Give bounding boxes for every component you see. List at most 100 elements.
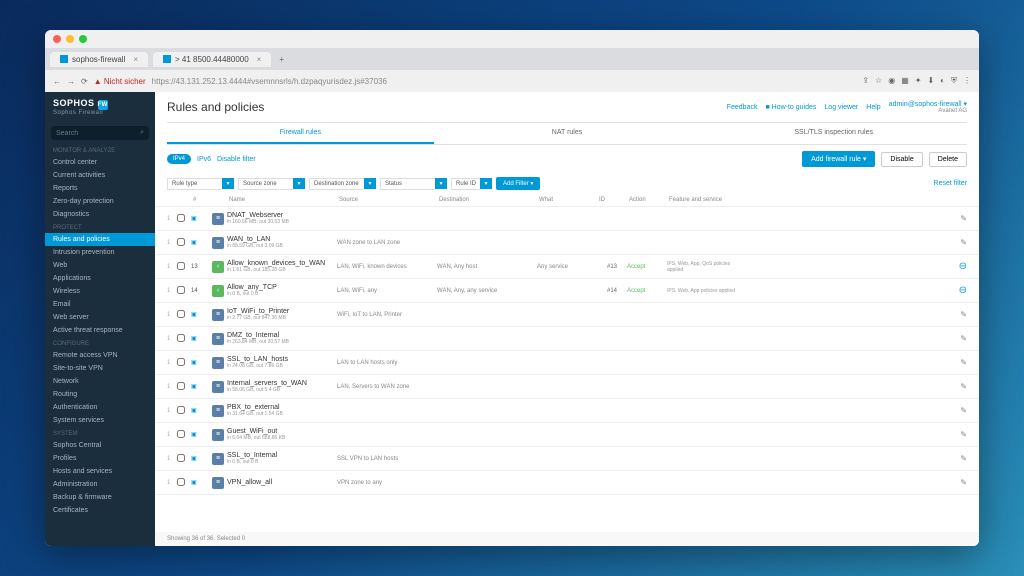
tab-1[interactable]: sophos-firewall× xyxy=(50,52,148,67)
table-row[interactable]: 1 14 ‹ Allow_any_TCPin 0 B, out 0 B LAN,… xyxy=(155,279,979,303)
filter-ruleid[interactable]: Rule ID▾ xyxy=(451,178,492,190)
back-icon[interactable]: ← xyxy=(53,77,61,86)
row-checkbox[interactable] xyxy=(177,262,185,270)
close-dot[interactable] xyxy=(53,35,61,43)
filter-srczone[interactable]: Source zone▾ xyxy=(238,178,305,190)
sidebar-item-admin[interactable]: Administration xyxy=(45,478,155,491)
sidebar-item-backup[interactable]: Backup & firmware xyxy=(45,491,155,504)
edit-icon[interactable]: ✎ xyxy=(960,430,967,439)
table-row[interactable]: 1 ▣ ≡ SSL_to_Internalin 0 B, out 0 B SSL… xyxy=(155,447,979,471)
delete-button[interactable]: Delete xyxy=(929,152,967,167)
sidebar-item-hosts[interactable]: Hosts and services xyxy=(45,465,155,478)
sidebar-item-diag[interactable]: Diagnostics xyxy=(45,208,155,221)
add-rule-button[interactable]: Add firewall rule ▾ xyxy=(802,151,875,167)
row-checkbox[interactable] xyxy=(177,334,185,342)
block-icon[interactable]: ⊖ xyxy=(959,285,967,296)
search-input[interactable]: Search⌕ xyxy=(51,126,149,140)
forward-icon[interactable]: → xyxy=(67,77,75,86)
sidebar-item-apps[interactable]: Applications xyxy=(45,272,155,285)
row-checkbox[interactable] xyxy=(177,406,185,414)
table-row[interactable]: 1 ▣ ≡ VPN_allow_all VPN zone to any ✎ xyxy=(155,471,979,495)
filter-status[interactable]: Status▾ xyxy=(380,178,447,190)
table-row[interactable]: 1 ▣ ≡ Internal_servers_to_WANin 58.06 GB… xyxy=(155,375,979,399)
row-checkbox[interactable] xyxy=(177,238,185,246)
disable-filter-link[interactable]: Disable filter xyxy=(217,156,256,163)
ext2-icon[interactable]: ▦ xyxy=(901,76,909,86)
sidebar-item-reports[interactable]: Reports xyxy=(45,182,155,195)
sidebar-item-ips[interactable]: Intrusion prevention xyxy=(45,246,155,259)
sidebar-item-central[interactable]: Sophos Central xyxy=(45,439,155,452)
ext3-icon[interactable]: ✦ xyxy=(915,76,922,86)
filter-dstzone[interactable]: Destination zone▾ xyxy=(309,178,376,190)
sidebar-item-profiles[interactable]: Profiles xyxy=(45,452,155,465)
help-link[interactable]: Help xyxy=(866,104,880,111)
sidebar-item-webserver[interactable]: Web server xyxy=(45,311,155,324)
table-row[interactable]: 1 ▣ ≡ WAN_to_LANin 88.59 GB, out 3.09 GB… xyxy=(155,231,979,255)
edit-icon[interactable]: ✎ xyxy=(960,334,967,343)
row-checkbox[interactable] xyxy=(177,430,185,438)
sidebar-item-certs[interactable]: Certificates xyxy=(45,504,155,517)
table-row[interactable]: 1 ▣ ≡ SSL_to_LAN_hostsin 24.08 GB, out 7… xyxy=(155,351,979,375)
filter-ruletype[interactable]: Rule type▾ xyxy=(167,178,234,190)
close-icon[interactable]: × xyxy=(257,55,262,64)
ipv6-link[interactable]: IPv6 xyxy=(197,156,211,163)
sidebar-item-auth[interactable]: Authentication xyxy=(45,401,155,414)
table-row[interactable]: 1 ▣ ≡ Guest_WiFi_outin 6.04 MB, out 688.… xyxy=(155,423,979,447)
logviewer-link[interactable]: Log viewer xyxy=(824,104,858,111)
new-tab-icon[interactable]: + xyxy=(279,55,284,64)
reload-icon[interactable]: ⟳ xyxy=(81,77,88,86)
url-text[interactable]: https://43.131.252.13.4444#vsemnnsrls/h.… xyxy=(152,77,857,86)
sidebar-item-routing[interactable]: Routing xyxy=(45,388,155,401)
table-row[interactable]: 1 ▣ ≡ IoT_WiFi_to_Printerin 2.77 GB, out… xyxy=(155,303,979,327)
tab-firewall[interactable]: Firewall rules xyxy=(167,123,434,144)
table-row[interactable]: 1 13 ‹ Allow_known_devices_to_WANin 1.61… xyxy=(155,255,979,279)
ipv4-pill[interactable]: IPv4 xyxy=(167,154,191,164)
min-dot[interactable] xyxy=(66,35,74,43)
howto-link[interactable]: ■ How-to guides xyxy=(765,104,816,111)
shield-icon[interactable]: ⛨ xyxy=(951,76,957,86)
share-icon[interactable]: ⇪ xyxy=(862,76,869,86)
edit-icon[interactable]: ✎ xyxy=(960,238,967,247)
sidebar-item-network[interactable]: Network xyxy=(45,375,155,388)
row-checkbox[interactable] xyxy=(177,310,185,318)
edit-icon[interactable]: ✎ xyxy=(960,478,967,487)
feedback-link[interactable]: Feedback xyxy=(727,104,758,111)
sidebar-item-email[interactable]: Email xyxy=(45,298,155,311)
user-menu[interactable]: admin@sophos-firewall ▾ xyxy=(889,100,967,108)
edit-icon[interactable]: ✎ xyxy=(960,310,967,319)
sidebar-item-atr[interactable]: Active threat response xyxy=(45,324,155,337)
row-checkbox[interactable] xyxy=(177,454,185,462)
download-icon[interactable]: ⬇ xyxy=(927,76,934,86)
max-dot[interactable] xyxy=(79,35,87,43)
sidebar-item-control[interactable]: Control center xyxy=(45,156,155,169)
row-checkbox[interactable] xyxy=(177,478,185,486)
close-icon[interactable]: × xyxy=(133,55,138,64)
table-row[interactable]: 1 ▣ ≡ DNAT_Webserverin 160.56 MB, out 30… xyxy=(155,207,979,231)
row-checkbox[interactable] xyxy=(177,286,185,294)
sidebar-item-activities[interactable]: Current activities xyxy=(45,169,155,182)
star-icon[interactable]: ☆ xyxy=(875,76,882,86)
sidebar-item-sysserv[interactable]: System services xyxy=(45,414,155,427)
edit-icon[interactable]: ✎ xyxy=(960,454,967,463)
tab-2[interactable]: > 41 8500.44480000× xyxy=(153,52,271,67)
tab-ssl[interactable]: SSL/TLS inspection rules xyxy=(700,123,967,144)
sidebar-item-web[interactable]: Web xyxy=(45,259,155,272)
row-checkbox[interactable] xyxy=(177,382,185,390)
row-checkbox[interactable] xyxy=(177,214,185,222)
ext1-icon[interactable]: ◉ xyxy=(888,76,895,86)
add-filter-button[interactable]: Add Filter ▾ xyxy=(496,177,540,190)
block-icon[interactable]: ⊖ xyxy=(959,261,967,272)
sidebar-item-rules[interactable]: Rules and policies xyxy=(45,233,155,246)
edit-icon[interactable]: ✎ xyxy=(960,382,967,391)
ext4-icon[interactable]: ◐ xyxy=(940,76,945,86)
edit-icon[interactable]: ✎ xyxy=(960,406,967,415)
edit-icon[interactable]: ✎ xyxy=(960,358,967,367)
edit-icon[interactable]: ✎ xyxy=(960,214,967,223)
reset-filter-link[interactable]: Reset filter xyxy=(934,180,967,187)
table-row[interactable]: 1 ▣ ≡ PBX_to_externalin 31.64 GB, out 1.… xyxy=(155,399,979,423)
sidebar-item-wireless[interactable]: Wireless xyxy=(45,285,155,298)
table-row[interactable]: 1 ▣ ≡ DMZ_to_Internalin 263.84 MB, out 2… xyxy=(155,327,979,351)
row-checkbox[interactable] xyxy=(177,358,185,366)
disable-button[interactable]: Disable xyxy=(881,152,922,167)
sidebar-item-s2svpn[interactable]: Site-to-site VPN xyxy=(45,362,155,375)
